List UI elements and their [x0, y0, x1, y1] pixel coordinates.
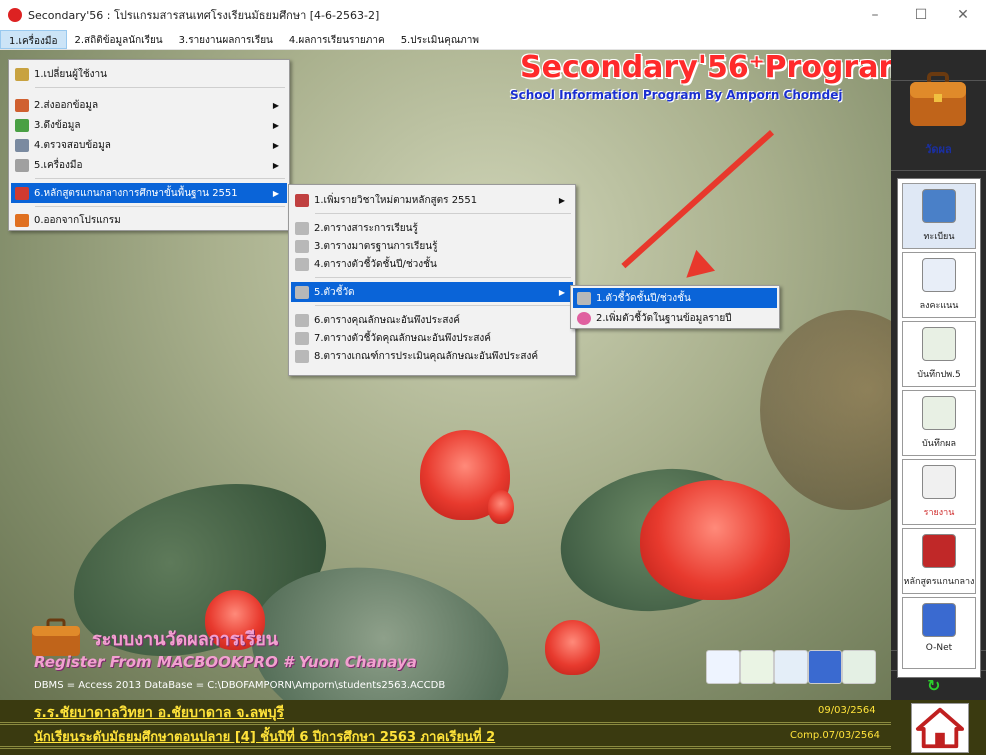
menu-semester-results[interactable]: 4.ผลการเรียนรายภาค	[281, 30, 393, 49]
lotus-bud	[488, 490, 514, 524]
menu-tools[interactable]: 1.เครื่องมือ	[0, 30, 67, 49]
teacher-icon[interactable]	[842, 650, 876, 684]
curriculum-icon	[15, 186, 29, 200]
menu-item-add-subject[interactable]: 1.เพิ่มรายวิชาใหม่ตามหลักสูตร 2551 ▶	[291, 190, 573, 210]
menu-item-characteristic-indicators[interactable]: 7.ตารางตัวชี้วัดคุณลักษณะอันพึงประสงค์	[291, 328, 573, 348]
book-icon	[295, 193, 309, 207]
refresh-icon[interactable]: ↻	[927, 676, 940, 695]
onet-icon	[922, 603, 956, 637]
maximize-button[interactable]: ☐	[898, 0, 944, 30]
status-date: 09/03/2564	[818, 705, 876, 716]
indicators-submenu: 1.ตัวชี้วัดชั้นปี/ช่วงชั้น 2.เพิ่มตัวชี้…	[570, 285, 780, 329]
submenu-arrow-icon: ▶	[272, 160, 279, 170]
submenu-arrow-icon: ▶	[558, 195, 565, 205]
menu-item-exit[interactable]: 0.ออกจากโปรแกรม	[11, 210, 287, 230]
minimize-button[interactable]: –	[852, 0, 898, 30]
menu-student-stats[interactable]: 2.สถิติข้อมูลนักเรียน	[67, 30, 171, 49]
sidebar-button-scores[interactable]: ลงคะแนน	[902, 252, 976, 318]
menu-item-core-curriculum-2551[interactable]: 6.หลักสูตรแกนกลางการศึกษาขั้นพื้นฐาน 255…	[11, 183, 287, 203]
menu-item-check-data[interactable]: 4.ตรวจสอบข้อมูล ▶	[11, 135, 287, 155]
import-icon	[15, 118, 29, 132]
briefcase-icon	[910, 72, 966, 126]
database-info: DBMS = Access 2013 DataBase = C:\DBOFAMP…	[34, 680, 446, 691]
title-bar: Secondary'56 : โปรแกรมสารสนเทศโรงเรียนมั…	[0, 0, 986, 30]
table-icon	[295, 221, 309, 235]
lotus-flower	[545, 620, 600, 675]
user-icon	[15, 67, 29, 81]
student-icon[interactable]	[774, 650, 808, 684]
student-icon	[922, 189, 956, 223]
menu-item-export[interactable]: 2.ส่งออกข้อมูล ▶	[11, 95, 287, 115]
pencil-paper-icon[interactable]	[740, 650, 774, 684]
menu-quality-assessment[interactable]: 5.ประเมินคุณภาพ	[393, 30, 487, 49]
annotation-arrow-head	[676, 249, 716, 289]
sidebar-title: วัดผล	[925, 143, 952, 156]
sidebar-button-core-curriculum[interactable]: หลักสูตรแกนกลาง	[902, 528, 976, 594]
table-icon	[295, 285, 309, 299]
exit-icon	[15, 213, 29, 227]
tools-icon	[15, 158, 29, 172]
add-link-icon	[577, 311, 591, 325]
submenu-arrow-icon: ▶	[272, 140, 279, 150]
menu-item-change-user[interactable]: 1.เปลี่ยนผู้ใช้งาน	[11, 64, 287, 84]
sidebar-button-report[interactable]: รายงาน	[902, 459, 976, 525]
menu-item-grade-level-indicators[interactable]: 1.ตัวชี้วัดชั้นปี/ช่วงชั้น	[573, 288, 777, 308]
sidebar-button-record-results[interactable]: บันทึกผล	[902, 390, 976, 456]
onet-icon[interactable]	[808, 650, 842, 684]
compile-date: Comp.07/03/2564	[790, 730, 881, 741]
home-button[interactable]	[911, 703, 969, 753]
menu-item-indicators[interactable]: 5.ตัวชี้วัด ▶	[291, 282, 573, 302]
book-icon	[922, 534, 956, 568]
menu-item-learning-areas[interactable]: 2.ตารางสาระการเรียนรู้	[291, 218, 573, 238]
table-icon	[295, 257, 309, 271]
submenu-arrow-icon: ▶	[272, 120, 279, 130]
pencil-paper-icon	[922, 327, 956, 361]
register-line: Register From MACBOOKPRO # Yuon Chanaya	[34, 653, 417, 671]
menu-item-desired-characteristics[interactable]: 6.ตารางคุณลักษณะอันพึงประสงค์	[291, 310, 573, 330]
pencil-check-icon	[922, 396, 956, 430]
table-icon	[295, 331, 309, 345]
sidebar-button-record-pp5[interactable]: บันทึกปพ.5	[902, 321, 976, 387]
document-icon	[922, 258, 956, 292]
document-icon[interactable]	[706, 650, 740, 684]
lotus-leaf	[760, 310, 891, 510]
app-icon	[8, 8, 22, 22]
school-name: ร.ร.ชัยบาดาลวิทยา อ.ชัยบาดาล จ.ลพบุรี	[34, 705, 285, 721]
submenu-arrow-icon: ▶	[558, 287, 565, 297]
close-button[interactable]: ✕	[940, 0, 986, 30]
menu-item-import[interactable]: 3.ดึงข้อมูล ▶	[11, 115, 287, 135]
table-icon	[577, 291, 591, 305]
menu-grade-report[interactable]: 3.รายงานผลการเรียน	[171, 30, 281, 49]
window-title: Secondary'56 : โปรแกรมสารสนเทศโรงเรียนมั…	[28, 9, 380, 22]
system-label: ระบบงานวัดผลการเรียน	[92, 629, 279, 650]
menu-bar: 1.เครื่องมือ 2.สถิติข้อมูลนักเรียน 3.ราย…	[0, 30, 986, 50]
menu-item-tools[interactable]: 5.เครื่องมือ ▶	[11, 155, 287, 175]
menu-item-characteristic-criteria[interactable]: 8.ตารางเกณฑ์การประเมินคุณลักษณะอันพึงประ…	[291, 346, 573, 366]
sidebar-button-registry[interactable]: ทะเบียน	[902, 183, 976, 249]
curriculum-submenu: 1.เพิ่มรายวิชาใหม่ตามหลักสูตร 2551 ▶ 2.ต…	[288, 184, 576, 376]
table-icon	[295, 349, 309, 363]
check-data-icon	[15, 138, 29, 152]
menu-item-grade-indicators[interactable]: 4.ตารางตัวชี้วัดชั้นปี/ช่วงชั้น	[291, 254, 573, 274]
submenu-arrow-icon: ▶	[272, 188, 279, 198]
class-info: นักเรียนระดับมัธยมศึกษาตอนปลาย [4] ชั้นป…	[34, 730, 496, 745]
report-icon	[922, 465, 956, 499]
brand-subtitle: School Information Program By Amporn Cho…	[510, 88, 843, 102]
briefcase-icon	[32, 618, 80, 656]
annotation-arrow	[621, 130, 775, 269]
lotus-flower	[640, 480, 790, 600]
menu-item-add-yearly-indicators[interactable]: 2.เพิ่มตัวชี้วัดในฐานข้อมูลรายปี	[573, 308, 777, 328]
sidebar-button-onet[interactable]: O-Net	[902, 597, 976, 669]
export-icon	[15, 98, 29, 112]
tools-dropdown-menu: 1.เปลี่ยนผู้ใช้งาน 2.ส่งออกข้อมูล ▶ 3.ดึ…	[8, 59, 290, 231]
table-icon	[295, 313, 309, 327]
table-icon	[295, 239, 309, 253]
menu-item-learning-standards[interactable]: 3.ตารางมาตรฐานการเรียนรู้	[291, 236, 573, 256]
submenu-arrow-icon: ▶	[272, 100, 279, 110]
brand-title: Secondary'56⁺Program	[520, 50, 891, 85]
